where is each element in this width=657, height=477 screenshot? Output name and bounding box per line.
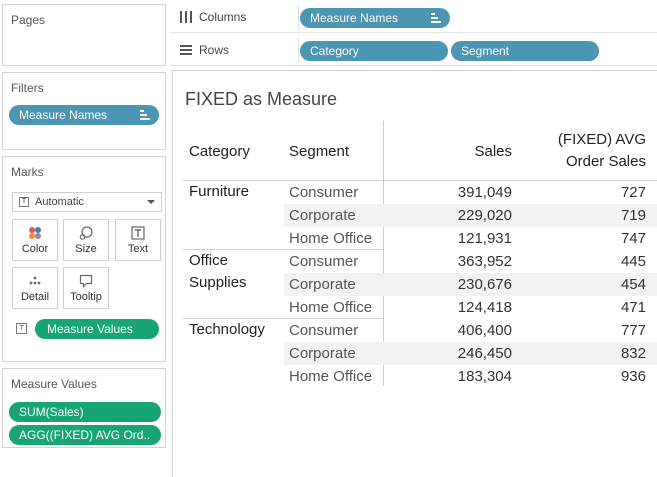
text-label: Text	[127, 243, 149, 255]
columns-pill-label: Measure Names	[310, 11, 399, 25]
detail-icon	[29, 276, 41, 285]
columns-icon	[180, 11, 192, 23]
measure-value-label: AGG((FIXED) AVG Ord..	[19, 428, 151, 442]
columns-measure-names-pill[interactable]: Measure Names	[300, 8, 450, 28]
tooltip-button[interactable]: Tooltip	[63, 267, 109, 309]
sales-value[interactable]: 121,931	[385, 227, 512, 250]
sort-icon	[431, 13, 441, 23]
chevron-down-icon	[147, 200, 155, 204]
filter-pill-label: Measure Names	[19, 108, 108, 122]
sales-value[interactable]: 246,450	[385, 342, 512, 365]
pages-card[interactable]: Pages	[2, 4, 166, 66]
category-label[interactable]: Office	[189, 250, 228, 272]
marks-measure-values-label: Measure Values	[47, 322, 133, 336]
size-icon	[79, 226, 93, 240]
measure-values-card[interactable]: Measure Values SUM(Sales) AGG((FIXED) AV…	[2, 368, 166, 448]
filter-measure-names-pill[interactable]: Measure Names	[9, 105, 159, 125]
avg-order-sales-value[interactable]: 727	[517, 181, 646, 204]
color-label: Color	[21, 243, 49, 255]
category-label[interactable]: Technology	[189, 319, 265, 341]
rows-separator	[298, 38, 299, 63]
sort-icon	[140, 110, 150, 120]
tooltip-icon	[79, 274, 93, 288]
filters-title: Filters	[11, 81, 44, 95]
avg-order-sales-value[interactable]: 832	[517, 342, 646, 365]
avg-order-sales-value[interactable]: 719	[517, 204, 646, 227]
header-category: Category	[189, 143, 250, 160]
view-canvas[interactable]: FIXED as Measure Category Segment Sales …	[172, 70, 657, 477]
rows-shelf[interactable]: Rows Category Segment	[170, 36, 657, 66]
measure-values-title: Measure Values	[11, 377, 97, 391]
header-sales: Sales	[474, 143, 512, 160]
segment-cell[interactable]: Corporate	[289, 273, 356, 296]
header-avg-line1: (FIXED) AVG	[557, 131, 646, 148]
sales-value[interactable]: 230,676	[385, 273, 512, 296]
avg-order-sales-value[interactable]: 777	[517, 319, 646, 342]
color-icon	[29, 227, 41, 239]
rows-segment-label: Segment	[461, 44, 510, 58]
segment-cell[interactable]: Consumer	[289, 319, 358, 342]
avg-order-sales-value[interactable]: 936	[517, 365, 646, 388]
sales-value[interactable]: 124,418	[385, 296, 512, 319]
size-button[interactable]: Size	[63, 219, 109, 261]
measure-value-label: SUM(Sales)	[19, 405, 84, 419]
header-segment: Segment	[289, 143, 350, 160]
header-avg-line2: Order Sales	[565, 153, 646, 170]
measure-value-pill[interactable]: AGG((FIXED) AVG Ord..	[9, 425, 161, 445]
avg-order-sales-value[interactable]: 471	[517, 296, 646, 319]
segment-cell[interactable]: Consumer	[289, 250, 358, 273]
segment-cell[interactable]: Home Office	[289, 227, 372, 250]
avg-order-sales-value[interactable]: 445	[517, 250, 646, 273]
sales-value[interactable]: 229,020	[385, 204, 512, 227]
columns-label: Columns	[199, 10, 247, 24]
text-encoding-icon: T	[16, 323, 27, 334]
segment-cell[interactable]: Corporate	[289, 342, 356, 365]
marks-title: Marks	[11, 165, 44, 179]
tooltip-label: Tooltip	[70, 291, 102, 303]
color-button[interactable]: Color	[12, 219, 58, 261]
segment-cell[interactable]: Home Office	[289, 296, 372, 319]
text-icon	[131, 226, 145, 240]
detail-label: Detail	[20, 291, 50, 303]
rows-category-pill[interactable]: Category	[300, 41, 448, 61]
filters-card[interactable]: Filters Measure Names	[2, 72, 166, 150]
category-label[interactable]: Furniture	[189, 181, 249, 203]
mark-type-dropdown[interactable]: T Automatic	[12, 192, 162, 212]
sales-value[interactable]: 363,952	[385, 250, 512, 273]
rows-label: Rows	[199, 43, 230, 57]
marks-measure-values-pill[interactable]: Measure Values	[35, 319, 159, 339]
rows-category-label: Category	[310, 44, 359, 58]
pages-title: Pages	[11, 13, 46, 27]
columns-shelf[interactable]: Columns Measure Names	[170, 3, 657, 33]
segment-cell[interactable]: Consumer	[289, 181, 358, 204]
columns-separator	[298, 5, 299, 30]
sales-value[interactable]: 391,049	[385, 181, 512, 204]
sales-value[interactable]: 406,400	[385, 319, 512, 342]
segment-cell[interactable]: Corporate	[289, 204, 356, 227]
sales-value[interactable]: 183,304	[385, 365, 512, 388]
view-title: FIXED as Measure	[185, 89, 338, 109]
marks-card[interactable]: Marks T Automatic Color Size Text Detail…	[2, 156, 166, 362]
avg-order-sales-value[interactable]: 454	[517, 273, 646, 296]
text-button[interactable]: Text	[115, 219, 161, 261]
mark-type-icon: T	[19, 197, 29, 207]
detail-button[interactable]: Detail	[12, 267, 58, 309]
mark-type-value: Automatic	[35, 196, 84, 208]
segment-cell[interactable]: Home Office	[289, 365, 372, 388]
measure-value-pill[interactable]: SUM(Sales)	[9, 402, 161, 422]
size-label: Size	[75, 243, 97, 255]
rows-icon	[180, 45, 192, 57]
avg-order-sales-value[interactable]: 747	[517, 227, 646, 250]
category-label-line2[interactable]: Supplies	[189, 272, 247, 294]
rows-segment-pill[interactable]: Segment	[451, 41, 599, 61]
